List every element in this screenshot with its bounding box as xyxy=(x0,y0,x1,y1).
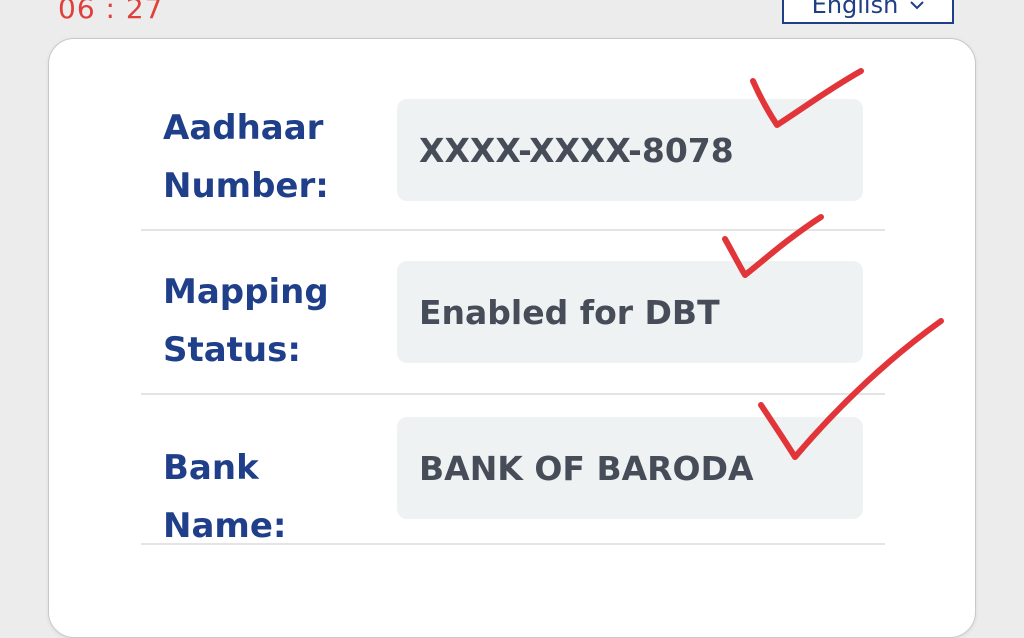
checkmark-icon xyxy=(722,214,824,278)
bank-name-label: Bank Name: xyxy=(163,448,287,546)
aadhaar-number-label: Aadhaar Number: xyxy=(163,108,329,206)
chevron-down-icon xyxy=(910,1,925,10)
top-bar: 06 : 27 English xyxy=(0,0,1024,30)
language-select-value: English xyxy=(811,0,899,19)
row-divider xyxy=(141,543,885,545)
checkmark-icon xyxy=(750,68,864,128)
language-select[interactable]: English xyxy=(782,0,954,24)
mapping-status-label: Mapping Status: xyxy=(163,272,329,370)
dbt-status-card: Aadhaar Number: XXXX-XXXX-8078 Mapping S… xyxy=(48,38,976,638)
session-timer: 06 : 27 xyxy=(58,0,164,25)
checkmark-icon xyxy=(758,318,944,460)
